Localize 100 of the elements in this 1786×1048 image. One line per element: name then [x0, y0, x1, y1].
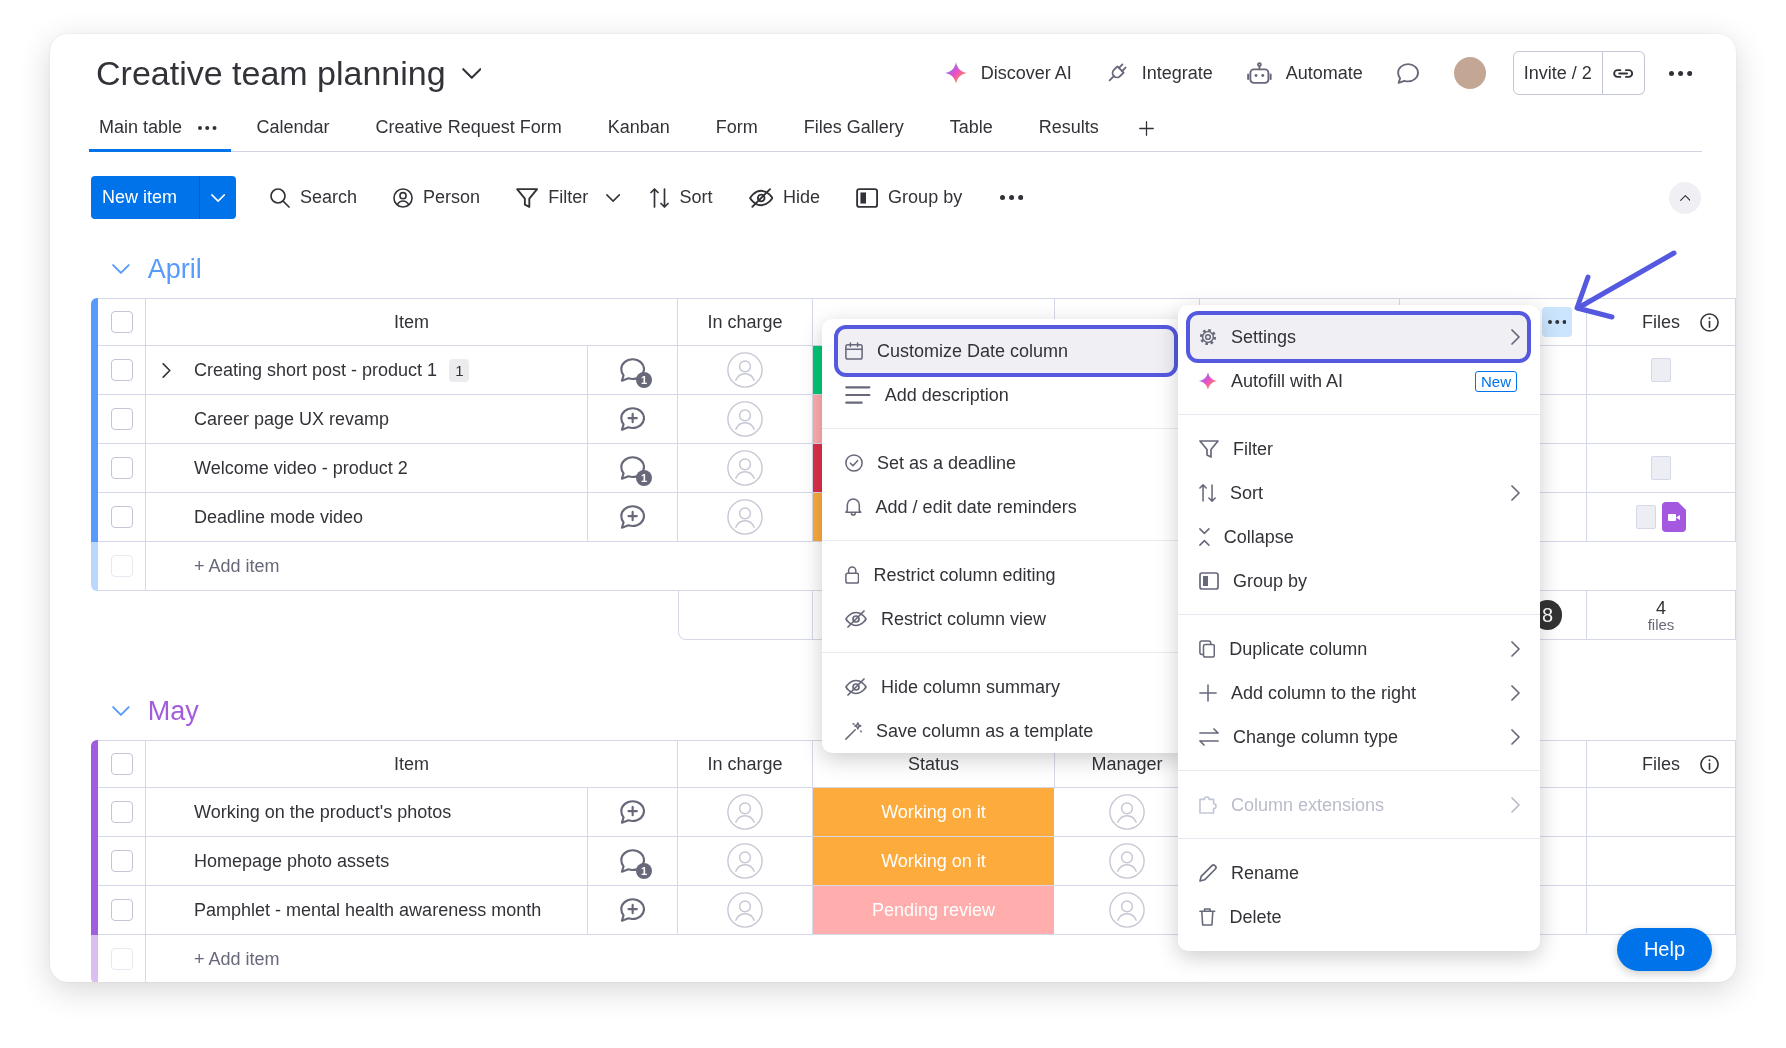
- more-icon[interactable]: [1668, 70, 1692, 76]
- chat-bubble-icon[interactable]: [619, 849, 646, 873]
- menu-item[interactable]: Rename: [1186, 851, 1531, 895]
- avatar-placeholder-icon[interactable]: [727, 499, 763, 535]
- menu-item[interactable]: Save column as a template: [834, 709, 1178, 753]
- more-icon[interactable]: [198, 125, 217, 130]
- add-item-field[interactable]: + Add item: [191, 942, 517, 976]
- view-tab[interactable]: Results: [1028, 106, 1109, 152]
- item-name[interactable]: Career page UX revamp: [194, 408, 390, 430]
- menu-item[interactable]: Hide column summary: [834, 665, 1178, 709]
- invite-button[interactable]: Invite / 2: [1512, 51, 1603, 95]
- menu-item[interactable]: Filter: [1186, 427, 1531, 471]
- automate-button[interactable]: Automate: [1246, 62, 1363, 84]
- column-menu-button[interactable]: [1542, 307, 1572, 337]
- chat-bubble-icon[interactable]: [619, 456, 646, 480]
- menu-item[interactable]: Settings: [1186, 311, 1531, 363]
- search-icon: [270, 187, 290, 208]
- menu-item[interactable]: Set as a deadline: [834, 441, 1178, 485]
- view-tab[interactable]: Main table: [89, 106, 231, 152]
- gear-icon: [1199, 328, 1217, 346]
- view-tab[interactable]: Kanban: [597, 106, 680, 152]
- add-row-bar: [91, 935, 98, 982]
- row-checkbox[interactable]: [110, 457, 133, 479]
- row-checkbox[interactable]: [110, 408, 133, 430]
- chat-plus-icon[interactable]: [619, 800, 646, 824]
- collapse-header-button[interactable]: [1669, 181, 1701, 214]
- avatar-placeholder-icon[interactable]: [727, 794, 763, 830]
- menu-item[interactable]: Restrict column editing: [834, 553, 1178, 597]
- menu-item[interactable]: Change column type: [1186, 715, 1531, 759]
- menu-item[interactable]: Delete: [1186, 895, 1531, 939]
- info-icon[interactable]: [1700, 754, 1719, 774]
- user-avatar[interactable]: [1453, 57, 1486, 89]
- chat-plus-icon[interactable]: [619, 505, 646, 529]
- item-name[interactable]: Homepage photo assets: [194, 850, 390, 872]
- person-filter-button[interactable]: Person: [387, 177, 487, 218]
- avatar-placeholder-icon[interactable]: [1109, 892, 1145, 928]
- hide-button[interactable]: Hide: [742, 177, 826, 218]
- menu-item[interactable]: Customize Date column: [834, 325, 1178, 377]
- menu-item[interactable]: Collapse: [1186, 515, 1531, 559]
- new-item-button[interactable]: New item: [91, 176, 199, 219]
- column-header: Files: [1642, 311, 1680, 333]
- new-item-menu-button[interactable]: [199, 176, 236, 219]
- avatar-placeholder-icon[interactable]: [1109, 794, 1145, 830]
- avatar-placeholder-icon[interactable]: [727, 843, 763, 879]
- group-title[interactable]: May: [147, 695, 199, 727]
- item-name[interactable]: Deadline mode video: [194, 506, 364, 528]
- view-tab[interactable]: Calendar: [246, 106, 340, 152]
- image-thumbnail[interactable]: [1651, 358, 1671, 382]
- help-button[interactable]: Help: [1617, 928, 1712, 971]
- menu-item[interactable]: Add column to the right: [1186, 671, 1531, 715]
- view-tab[interactable]: Creative Request Form: [365, 106, 572, 152]
- eye-slash-icon: [845, 610, 867, 628]
- chevron-down-icon[interactable]: [606, 193, 621, 202]
- avatar-placeholder-icon[interactable]: [1109, 843, 1145, 879]
- row-checkbox[interactable]: [110, 801, 133, 823]
- menu-item[interactable]: Duplicate column: [1186, 627, 1531, 671]
- more-icon[interactable]: [1000, 195, 1024, 200]
- menu-item[interactable]: Sort: [1186, 471, 1531, 515]
- chat-plus-icon[interactable]: [619, 407, 646, 431]
- view-tab[interactable]: Files Gallery: [793, 106, 914, 152]
- view-tab[interactable]: Form: [705, 106, 768, 152]
- select-all-checkbox[interactable]: [110, 311, 133, 333]
- chat-bubble-icon[interactable]: [1396, 62, 1419, 84]
- menu-item[interactable]: Group by: [1186, 559, 1531, 603]
- search-button[interactable]: Search: [264, 177, 364, 218]
- item-name[interactable]: Working on the product's photos: [194, 801, 452, 823]
- item-name[interactable]: Pamphlet - mental health awareness month: [194, 899, 542, 921]
- image-thumbnail[interactable]: [1651, 456, 1671, 480]
- menu-item[interactable]: Add / edit date reminders: [834, 485, 1178, 529]
- subitem-count[interactable]: 1: [449, 358, 470, 382]
- chat-plus-icon[interactable]: [619, 898, 646, 922]
- add-item-field[interactable]: + Add item: [191, 549, 517, 583]
- copy-link-button[interactable]: [1602, 51, 1645, 95]
- avatar-placeholder-icon[interactable]: [727, 892, 763, 928]
- chat-bubble-icon[interactable]: [619, 358, 646, 382]
- row-checkbox[interactable]: [110, 506, 133, 528]
- view-tab[interactable]: Table: [939, 106, 1003, 152]
- column-header: Item: [394, 753, 429, 775]
- group-by-button[interactable]: Group by: [849, 177, 969, 218]
- info-icon[interactable]: [1700, 312, 1719, 332]
- sort-button[interactable]: Sort: [644, 177, 719, 218]
- image-thumbnail[interactable]: [1636, 505, 1656, 529]
- plus-icon[interactable]: [1138, 121, 1154, 136]
- row-checkbox[interactable]: [110, 899, 133, 921]
- discover-ai-button[interactable]: Discover AI: [944, 62, 1072, 84]
- video-file-icon[interactable]: [1662, 502, 1686, 532]
- row-checkbox[interactable]: [110, 359, 133, 381]
- filter-button[interactable]: Filter: [510, 177, 595, 218]
- integrate-button[interactable]: Integrate: [1105, 62, 1213, 84]
- menu-item[interactable]: Restrict column view: [834, 597, 1178, 641]
- column-header: Files: [1642, 753, 1680, 775]
- row-checkbox[interactable]: [110, 850, 133, 872]
- avatar-placeholder-icon[interactable]: [727, 450, 763, 486]
- column-header: Status: [908, 753, 959, 775]
- avatar-placeholder-icon[interactable]: [727, 352, 763, 388]
- item-name[interactable]: Creating short post - product 1: [194, 359, 438, 381]
- avatar-placeholder-icon[interactable]: [727, 401, 763, 437]
- item-name[interactable]: Welcome video - product 2: [194, 457, 408, 479]
- select-all-checkbox[interactable]: [110, 753, 133, 775]
- chevron-down-icon[interactable]: [461, 67, 482, 79]
